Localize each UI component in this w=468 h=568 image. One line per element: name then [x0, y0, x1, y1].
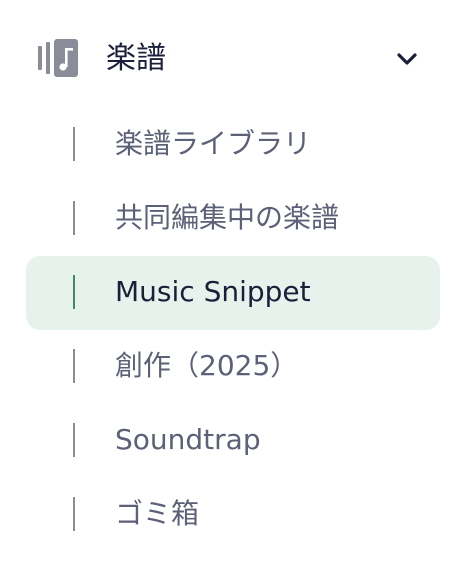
item-indicator-bar — [73, 497, 75, 531]
sidebar-item-shared-scores[interactable]: 共同編集中の楽譜 — [26, 182, 440, 256]
item-indicator-bar — [73, 275, 75, 309]
sidebar-item-label: Soundtrap — [115, 423, 261, 456]
score-nav-list: 楽譜ライブラリ 共同編集中の楽譜 Music Snippet 創作（2025） … — [26, 108, 440, 552]
music-score-icon — [38, 39, 80, 77]
section-title: 楽譜 — [106, 41, 166, 76]
item-indicator-bar — [73, 127, 75, 161]
item-indicator-bar — [73, 201, 75, 235]
sidebar-item-music-snippet[interactable]: Music Snippet — [26, 256, 440, 330]
sidebar-item-creation-2025[interactable]: 創作（2025） — [26, 330, 440, 404]
sidebar-item-score-library[interactable]: 楽譜ライブラリ — [26, 108, 440, 182]
item-indicator-bar — [73, 423, 75, 457]
sidebar-item-trash[interactable]: ゴミ箱 — [26, 478, 440, 552]
chevron-down-icon[interactable] — [395, 49, 419, 69]
sidebar-section-score-header[interactable]: 楽譜 — [0, 22, 468, 98]
sidebar-item-soundtrap[interactable]: Soundtrap — [26, 404, 440, 478]
item-indicator-bar — [73, 349, 75, 383]
sidebar-item-label: 楽譜ライブラリ — [115, 127, 312, 160]
sidebar-item-label: ゴミ箱 — [115, 497, 200, 530]
sidebar-item-label: Music Snippet — [115, 275, 311, 308]
sidebar-item-label: 共同編集中の楽譜 — [115, 201, 340, 234]
sidebar-item-label: 創作（2025） — [115, 349, 299, 382]
